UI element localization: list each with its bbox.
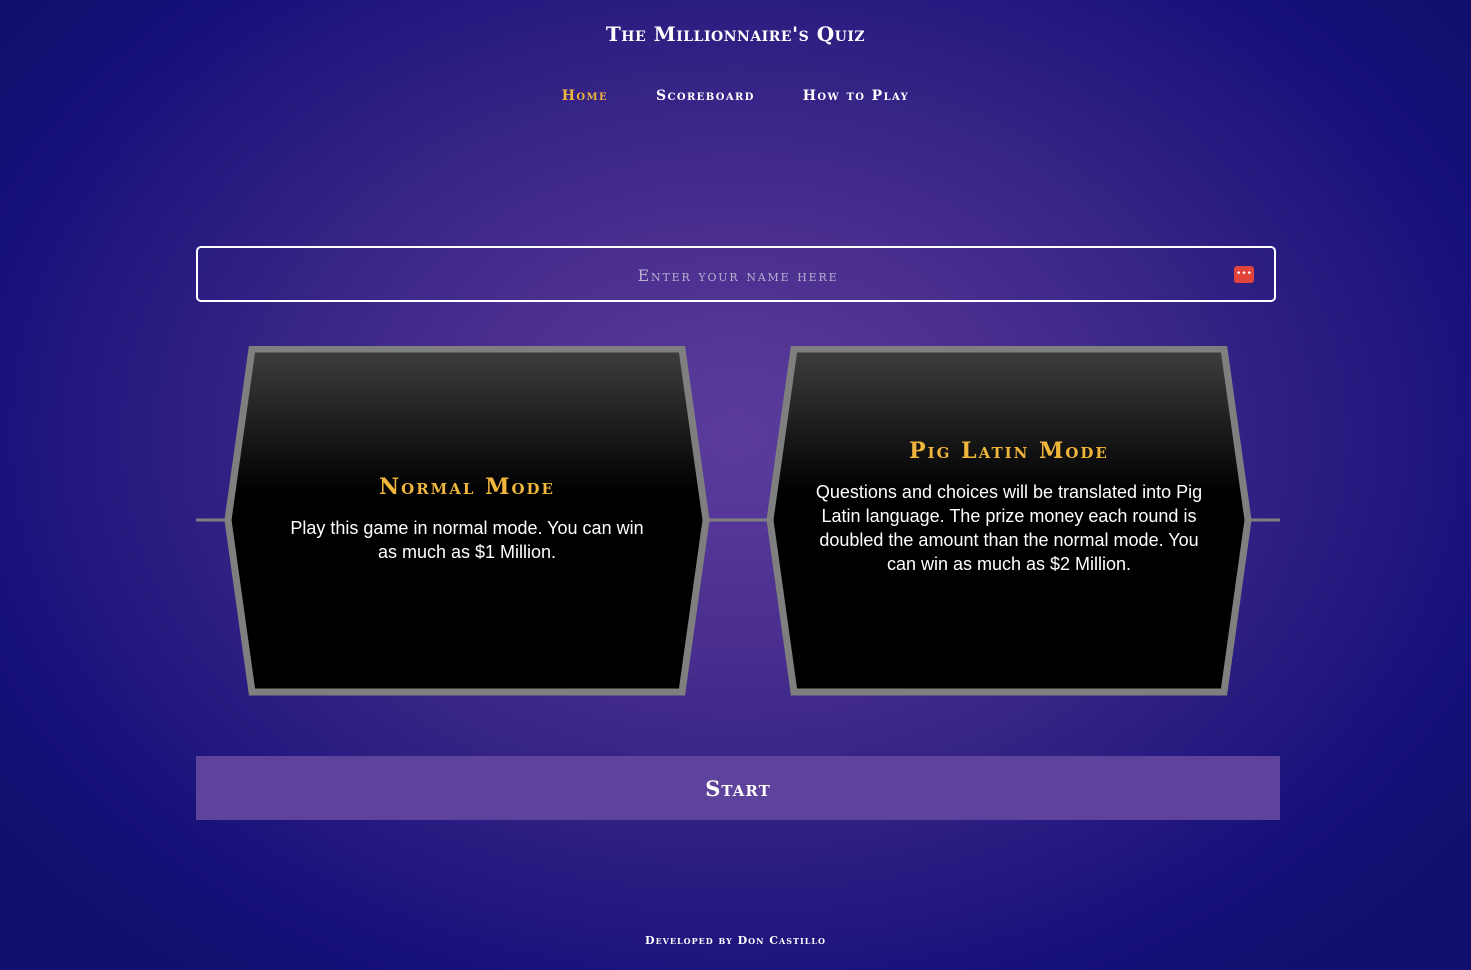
main-nav: Home Scoreboard How to Play (0, 88, 1471, 104)
mode-selector: Normal Mode Play this game in normal mod… (196, 346, 1280, 696)
normal-mode-text: Normal Mode Play this game in normal mod… (282, 474, 652, 564)
start-button[interactable]: Start (196, 756, 1280, 820)
pig-latin-mode-text: Pig Latin Mode Questions and choices wil… (814, 438, 1204, 576)
pig-latin-mode-title: Pig Latin Mode (909, 438, 1109, 464)
password-manager-icon[interactable]: ••• (1234, 266, 1254, 283)
nav-how-to-play[interactable]: How to Play (803, 88, 909, 104)
nav-scoreboard[interactable]: Scoreboard (656, 88, 755, 104)
name-field: ••• (196, 246, 1278, 302)
normal-mode-title: Normal Mode (379, 474, 555, 500)
nav-home[interactable]: Home (562, 88, 608, 104)
app-title: The Millionnaire's Quiz (605, 22, 866, 46)
normal-mode-description: Play this game in normal mode. You can w… (290, 518, 644, 562)
footer-credit: Developed by Don Castillo (645, 934, 826, 947)
name-input[interactable] (198, 248, 1278, 302)
pig-latin-mode-description: Questions and choices will be translated… (815, 482, 1203, 574)
